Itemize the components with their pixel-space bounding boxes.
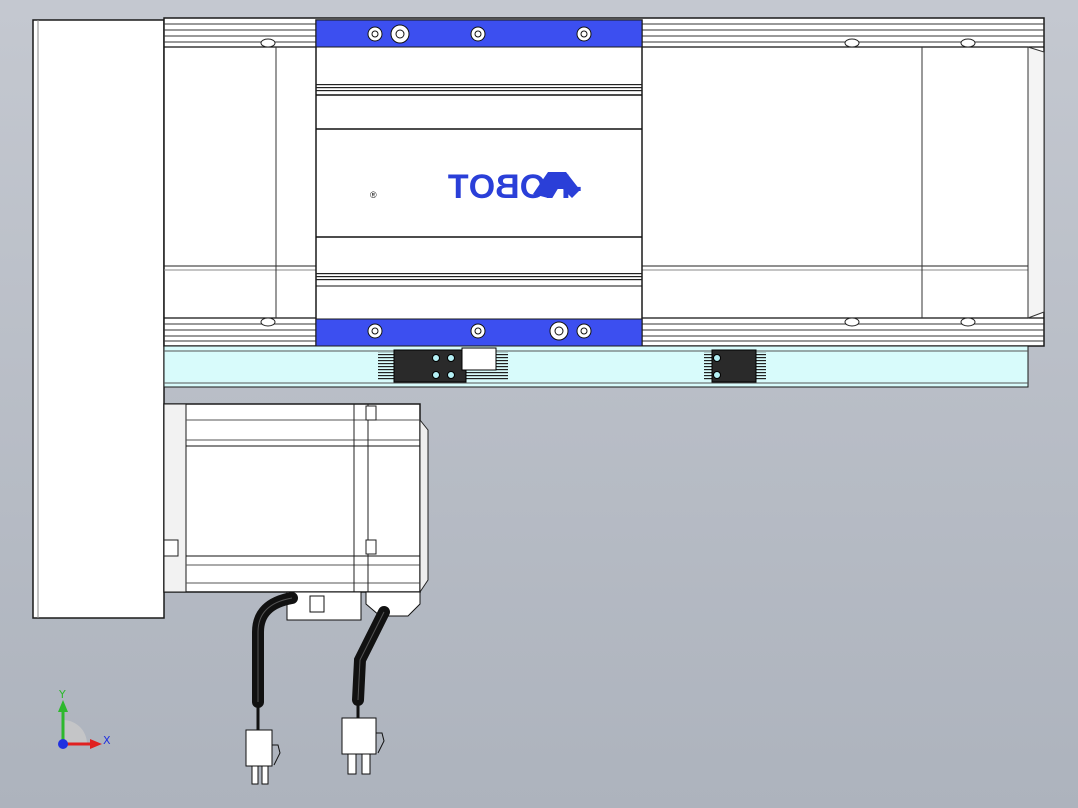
base-rail [163, 345, 1029, 388]
carriage-screw [470, 323, 486, 339]
servo-motor [163, 403, 429, 621]
carriage-screw [367, 323, 383, 339]
motor-mount-plate [32, 19, 165, 619]
cable-plug [245, 729, 281, 785]
axis-triad: Y X [58, 688, 111, 749]
power-cable [341, 606, 390, 775]
x-axis-label: X [103, 734, 111, 747]
carriage-screw [549, 321, 569, 341]
registered-mark: ® [370, 190, 377, 200]
limit-sensor [704, 349, 766, 383]
carriage-screw [390, 24, 410, 44]
cad-viewport: -ROBOT ® Y X [32, 17, 1045, 785]
encoder-cable [245, 592, 298, 785]
carriage-screw [576, 323, 592, 339]
carriage-screw [576, 26, 592, 42]
limit-sensor [378, 347, 508, 383]
carriage-screw [367, 26, 383, 42]
power-connector-housing [365, 591, 421, 617]
y-axis-label: Y [58, 688, 66, 701]
carriage-screw [470, 26, 486, 42]
carriage: -ROBOT ® [315, 19, 643, 347]
cable-plug [341, 717, 385, 775]
z-axis-origin [58, 739, 68, 749]
